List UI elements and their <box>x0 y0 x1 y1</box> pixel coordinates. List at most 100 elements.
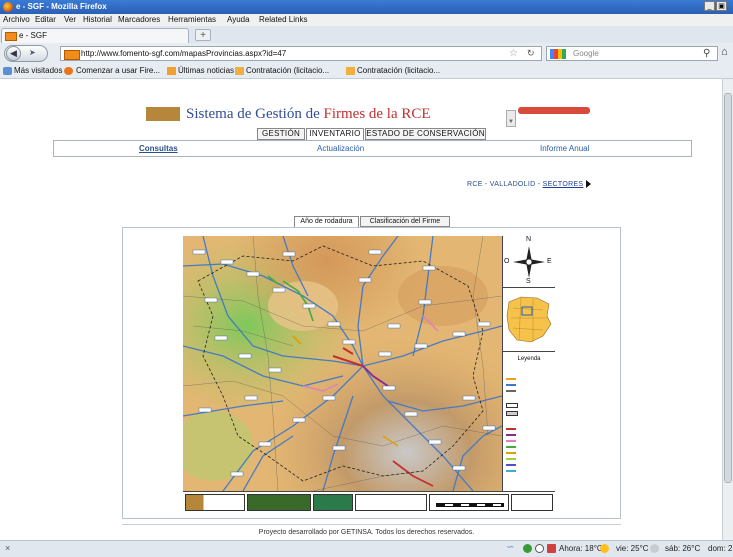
menu-archivo[interactable]: Archivo <box>3 14 30 26</box>
map-footer-strip <box>183 491 555 513</box>
scale-bar <box>429 494 509 511</box>
url-bar[interactable]: http://www.fomento-sgf.com/mapasProvinci… <box>60 46 542 61</box>
breadcrumb-prefix: RCE - VALLADOLID - <box>467 181 543 188</box>
clock-icon[interactable] <box>535 544 544 553</box>
tab-estado-conservacion[interactable]: ESTADO DE CONSERVACIÓN <box>365 128 486 140</box>
weather-now[interactable]: Ahora: 18°C <box>559 544 603 554</box>
menu-herramientas[interactable]: Herramientas <box>168 14 216 26</box>
nav-consultas[interactable]: Consultas <box>139 144 178 154</box>
compass-east: E <box>547 258 552 265</box>
bookmark-mas-visitados[interactable]: Más visitados <box>14 65 62 77</box>
copyright-footer: Proyecto desarrollado por GETINSA. Todos… <box>0 524 733 538</box>
bookmarks-bar: Más visitados Comenzar a usar Fire... Úl… <box>0 64 733 79</box>
back-forward-control: ◀ ➤ <box>4 45 48 62</box>
ministry-logo <box>185 494 245 511</box>
legend-row <box>506 376 552 381</box>
menu-historial[interactable]: Historial <box>83 14 112 26</box>
status-bar: × ∽ Ahora: 18°C vie: 25°C sáb: 26°C dom:… <box>0 540 733 557</box>
search-placeholder: Google <box>573 49 599 58</box>
navigation-bar: ◀ ➤ http://www.fomento-sgf.com/mapasProv… <box>0 43 733 64</box>
page-scrollbar[interactable] <box>722 79 733 540</box>
menu-related-links[interactable]: Related Links <box>259 14 307 26</box>
bookmark-contratacion-1[interactable]: Contratación (licitacio... <box>246 65 329 77</box>
search-icon[interactable]: ⚲ <box>703 47 710 60</box>
weather-station-icon[interactable] <box>547 544 556 553</box>
legend: Leyenda <box>503 352 555 491</box>
legend-row <box>506 468 552 473</box>
menu-editar[interactable]: Editar <box>35 14 56 26</box>
sub-navigation: Consultas Actualización Informe Anual <box>53 140 692 157</box>
site-identity-icon[interactable] <box>64 50 80 60</box>
header-scroll-widget[interactable]: ▼ <box>506 110 516 127</box>
menu-ayuda[interactable]: Ayuda <box>227 14 250 26</box>
nav-actualizacion[interactable]: Actualización <box>317 144 364 154</box>
session-button[interactable] <box>518 107 590 114</box>
window-title-bar: e - SGF - Mozilla Firefox _ ▣ <box>0 0 733 14</box>
legend-row <box>506 426 552 431</box>
legend-row <box>506 456 552 461</box>
sun-icon <box>600 544 609 553</box>
minimize-button[interactable]: _ <box>704 1 715 11</box>
compass-west: O <box>504 258 510 265</box>
tab-bar: e - SGF + <box>0 26 733 44</box>
page-title: Sistema de Gestión de Firmes de la RCE <box>186 106 431 122</box>
extension-icon[interactable]: ∽ <box>506 542 514 553</box>
search-bar[interactable]: Google ⚲ <box>546 46 718 61</box>
google-logo-icon[interactable] <box>550 49 566 59</box>
folder-icon <box>346 67 355 75</box>
site-header: Sistema de Gestión de Firmes de la RCE <box>146 105 502 125</box>
legend-row <box>506 432 552 437</box>
weather-saturday[interactable]: sáb: 26°C <box>665 544 700 554</box>
map-legend-panel: N E S O Leyenda <box>502 236 555 491</box>
firefox-logo-icon <box>3 2 13 12</box>
back-arrow-icon[interactable]: ◀ <box>6 46 21 61</box>
forward-arrow-icon[interactable]: ➤ <box>29 48 36 57</box>
maximize-button[interactable]: ▣ <box>716 1 727 11</box>
legend-row <box>506 402 552 408</box>
map-info-block <box>511 494 553 511</box>
menu-bar: Archivo Editar Ver Historial Marcadores … <box>0 14 733 26</box>
status-indicator-icon[interactable] <box>523 544 532 553</box>
breadcrumb: RCE - VALLADOLID - SECTORES <box>467 180 592 190</box>
home-icon[interactable]: ⌂ <box>721 46 728 58</box>
tab-gestion[interactable]: GESTIÓN <box>257 128 305 140</box>
new-tab-button[interactable]: + <box>195 29 211 41</box>
window-title: e - SGF - Mozilla Firefox <box>16 2 107 11</box>
nav-informe-anual[interactable]: Informe Anual <box>540 144 589 154</box>
tab-sgf[interactable]: e - SGF <box>1 28 189 43</box>
site-logo <box>146 107 180 121</box>
bookmark-ultimas-noticias[interactable]: Últimas noticias <box>178 65 234 77</box>
sgf-logo <box>247 494 311 511</box>
legend-row <box>506 450 552 455</box>
close-icon[interactable]: × <box>5 543 10 553</box>
site-favicon-icon <box>5 32 17 41</box>
scrollbar-thumb[interactable] <box>724 93 732 483</box>
url-text[interactable]: http://www.fomento-sgf.com/mapasProvinci… <box>81 48 286 60</box>
compass-rose: N E S O <box>503 236 555 288</box>
firefox-bookmark-icon <box>64 67 73 75</box>
tab-clasificacion-firme[interactable]: Clasificación del Firme <box>360 216 450 227</box>
cloud-icon <box>650 544 659 553</box>
weather-friday[interactable]: vie: 25°C <box>616 544 649 554</box>
bookmark-comenzar[interactable]: Comenzar a usar Fire... <box>76 65 160 77</box>
legend-row <box>506 382 552 387</box>
map-title-block <box>355 494 427 511</box>
compass-south: S <box>526 278 531 285</box>
menu-marcadores[interactable]: Marcadores <box>118 14 160 26</box>
legend-row <box>506 438 552 443</box>
tab-label: e - SGF <box>19 31 48 40</box>
legend-row <box>506 388 552 393</box>
rss-feed-icon <box>167 67 176 75</box>
weather-sunday[interactable]: dom: 24°C <box>708 544 732 554</box>
reload-icon[interactable]: ↻ <box>527 47 535 60</box>
legend-row <box>506 444 552 449</box>
tab-inventario[interactable]: INVENTARIO <box>306 128 364 140</box>
bookmark-star-icon[interactable]: ☆ <box>509 47 518 60</box>
bookmark-contratacion-2[interactable]: Contratación (licitacio... <box>357 65 440 77</box>
spain-map-icon <box>506 296 552 343</box>
breadcrumb-sectores-link[interactable]: SECTORES <box>543 181 584 188</box>
legend-title: Leyenda <box>517 356 541 362</box>
menu-ver[interactable]: Ver <box>64 14 76 26</box>
tab-ano-rodadura[interactable]: Año de rodadura <box>294 216 359 227</box>
province-map[interactable] <box>183 236 502 491</box>
